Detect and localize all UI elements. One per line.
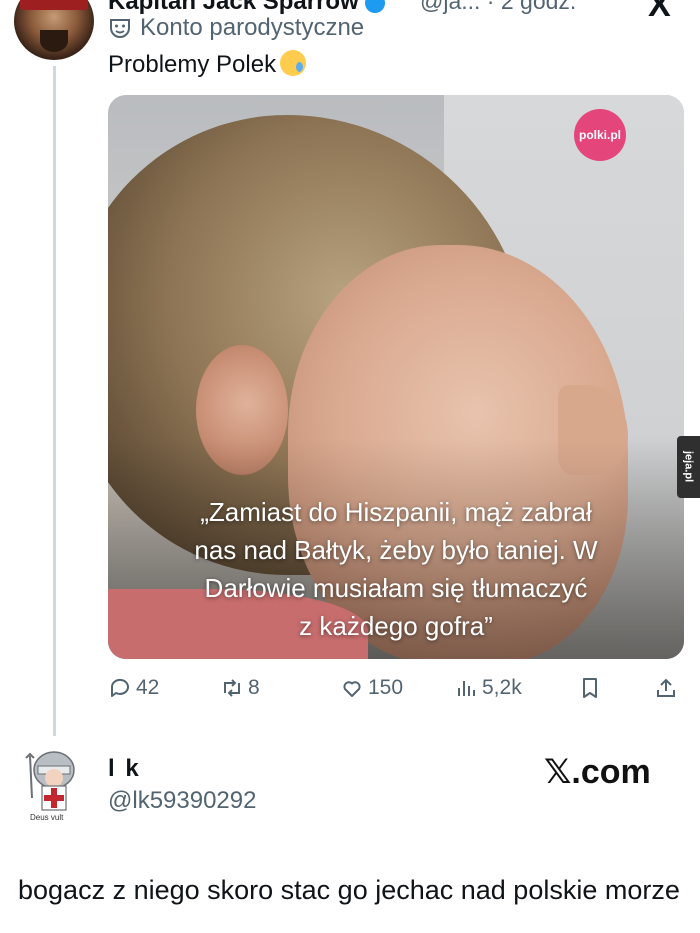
- share-button[interactable]: [654, 676, 678, 700]
- share-icon: [657, 678, 675, 697]
- reply-text: bogacz z niego skoro stac go jechac nad …: [18, 875, 680, 905]
- like-count: 150: [368, 676, 404, 699]
- reply-count: 42: [136, 676, 160, 699]
- quote-line: Darłowie musiałam się tłumaczyć: [204, 573, 588, 603]
- verified-icon: [364, 0, 385, 13]
- repost-icon: [224, 679, 240, 697]
- quote-line: „Zamiast do Hiszpanii, mąż zabrał: [200, 497, 592, 527]
- views-count: 5,2k: [482, 676, 522, 699]
- avatar-jack-sparrow[interactable]: [14, 0, 94, 60]
- image-quote: „Zamiast do Hiszpanii, mąż zabrał nas na…: [138, 493, 654, 645]
- views-button[interactable]: 5,2k: [454, 676, 522, 700]
- repost-count: 8: [248, 676, 260, 699]
- parody-account-label: Konto parodystyczne: [108, 14, 364, 42]
- thread-line: [53, 66, 56, 736]
- quote-line: z każdego gofra”: [299, 611, 493, 641]
- mask-icon: [110, 19, 130, 39]
- reply-handle[interactable]: @lk59390292: [108, 787, 256, 815]
- bookmark-icon: [583, 678, 597, 698]
- parody-label-text: Konto parodystyczne: [140, 14, 365, 41]
- views-icon: [458, 681, 475, 696]
- tweet-text: Problemy Polek: [108, 50, 307, 79]
- like-button[interactable]: 150: [340, 676, 403, 700]
- tweet-image[interactable]: polki.pl „Zamiast do Hiszpanii, mąż zabr…: [108, 95, 684, 659]
- reply-icon: [110, 678, 129, 697]
- reply-button[interactable]: 42: [108, 676, 159, 700]
- repost-button[interactable]: 8: [220, 676, 260, 700]
- bookmark-button[interactable]: [578, 676, 602, 700]
- reply-display-name[interactable]: l k: [108, 755, 141, 783]
- x-com-logo: 𝕏.com: [544, 753, 651, 791]
- crying-face-icon: [280, 50, 307, 76]
- handle-and-time[interactable]: @ja... · 2 godz.: [420, 0, 576, 15]
- avatar-knight[interactable]: Deus vult: [20, 748, 86, 824]
- polki-logo-badge: polki.pl: [574, 109, 626, 161]
- heart-icon: [343, 681, 361, 697]
- quote-line: nas nad Bałtyk, żeby było taniej. W: [194, 535, 598, 565]
- jeja-watermark-tab: jeja.pl: [677, 436, 700, 498]
- close-icon[interactable]: X: [648, 0, 671, 25]
- tweet-actions: 42 8 150 5,2k: [108, 676, 684, 706]
- avatar-caption: Deus vult: [30, 813, 64, 822]
